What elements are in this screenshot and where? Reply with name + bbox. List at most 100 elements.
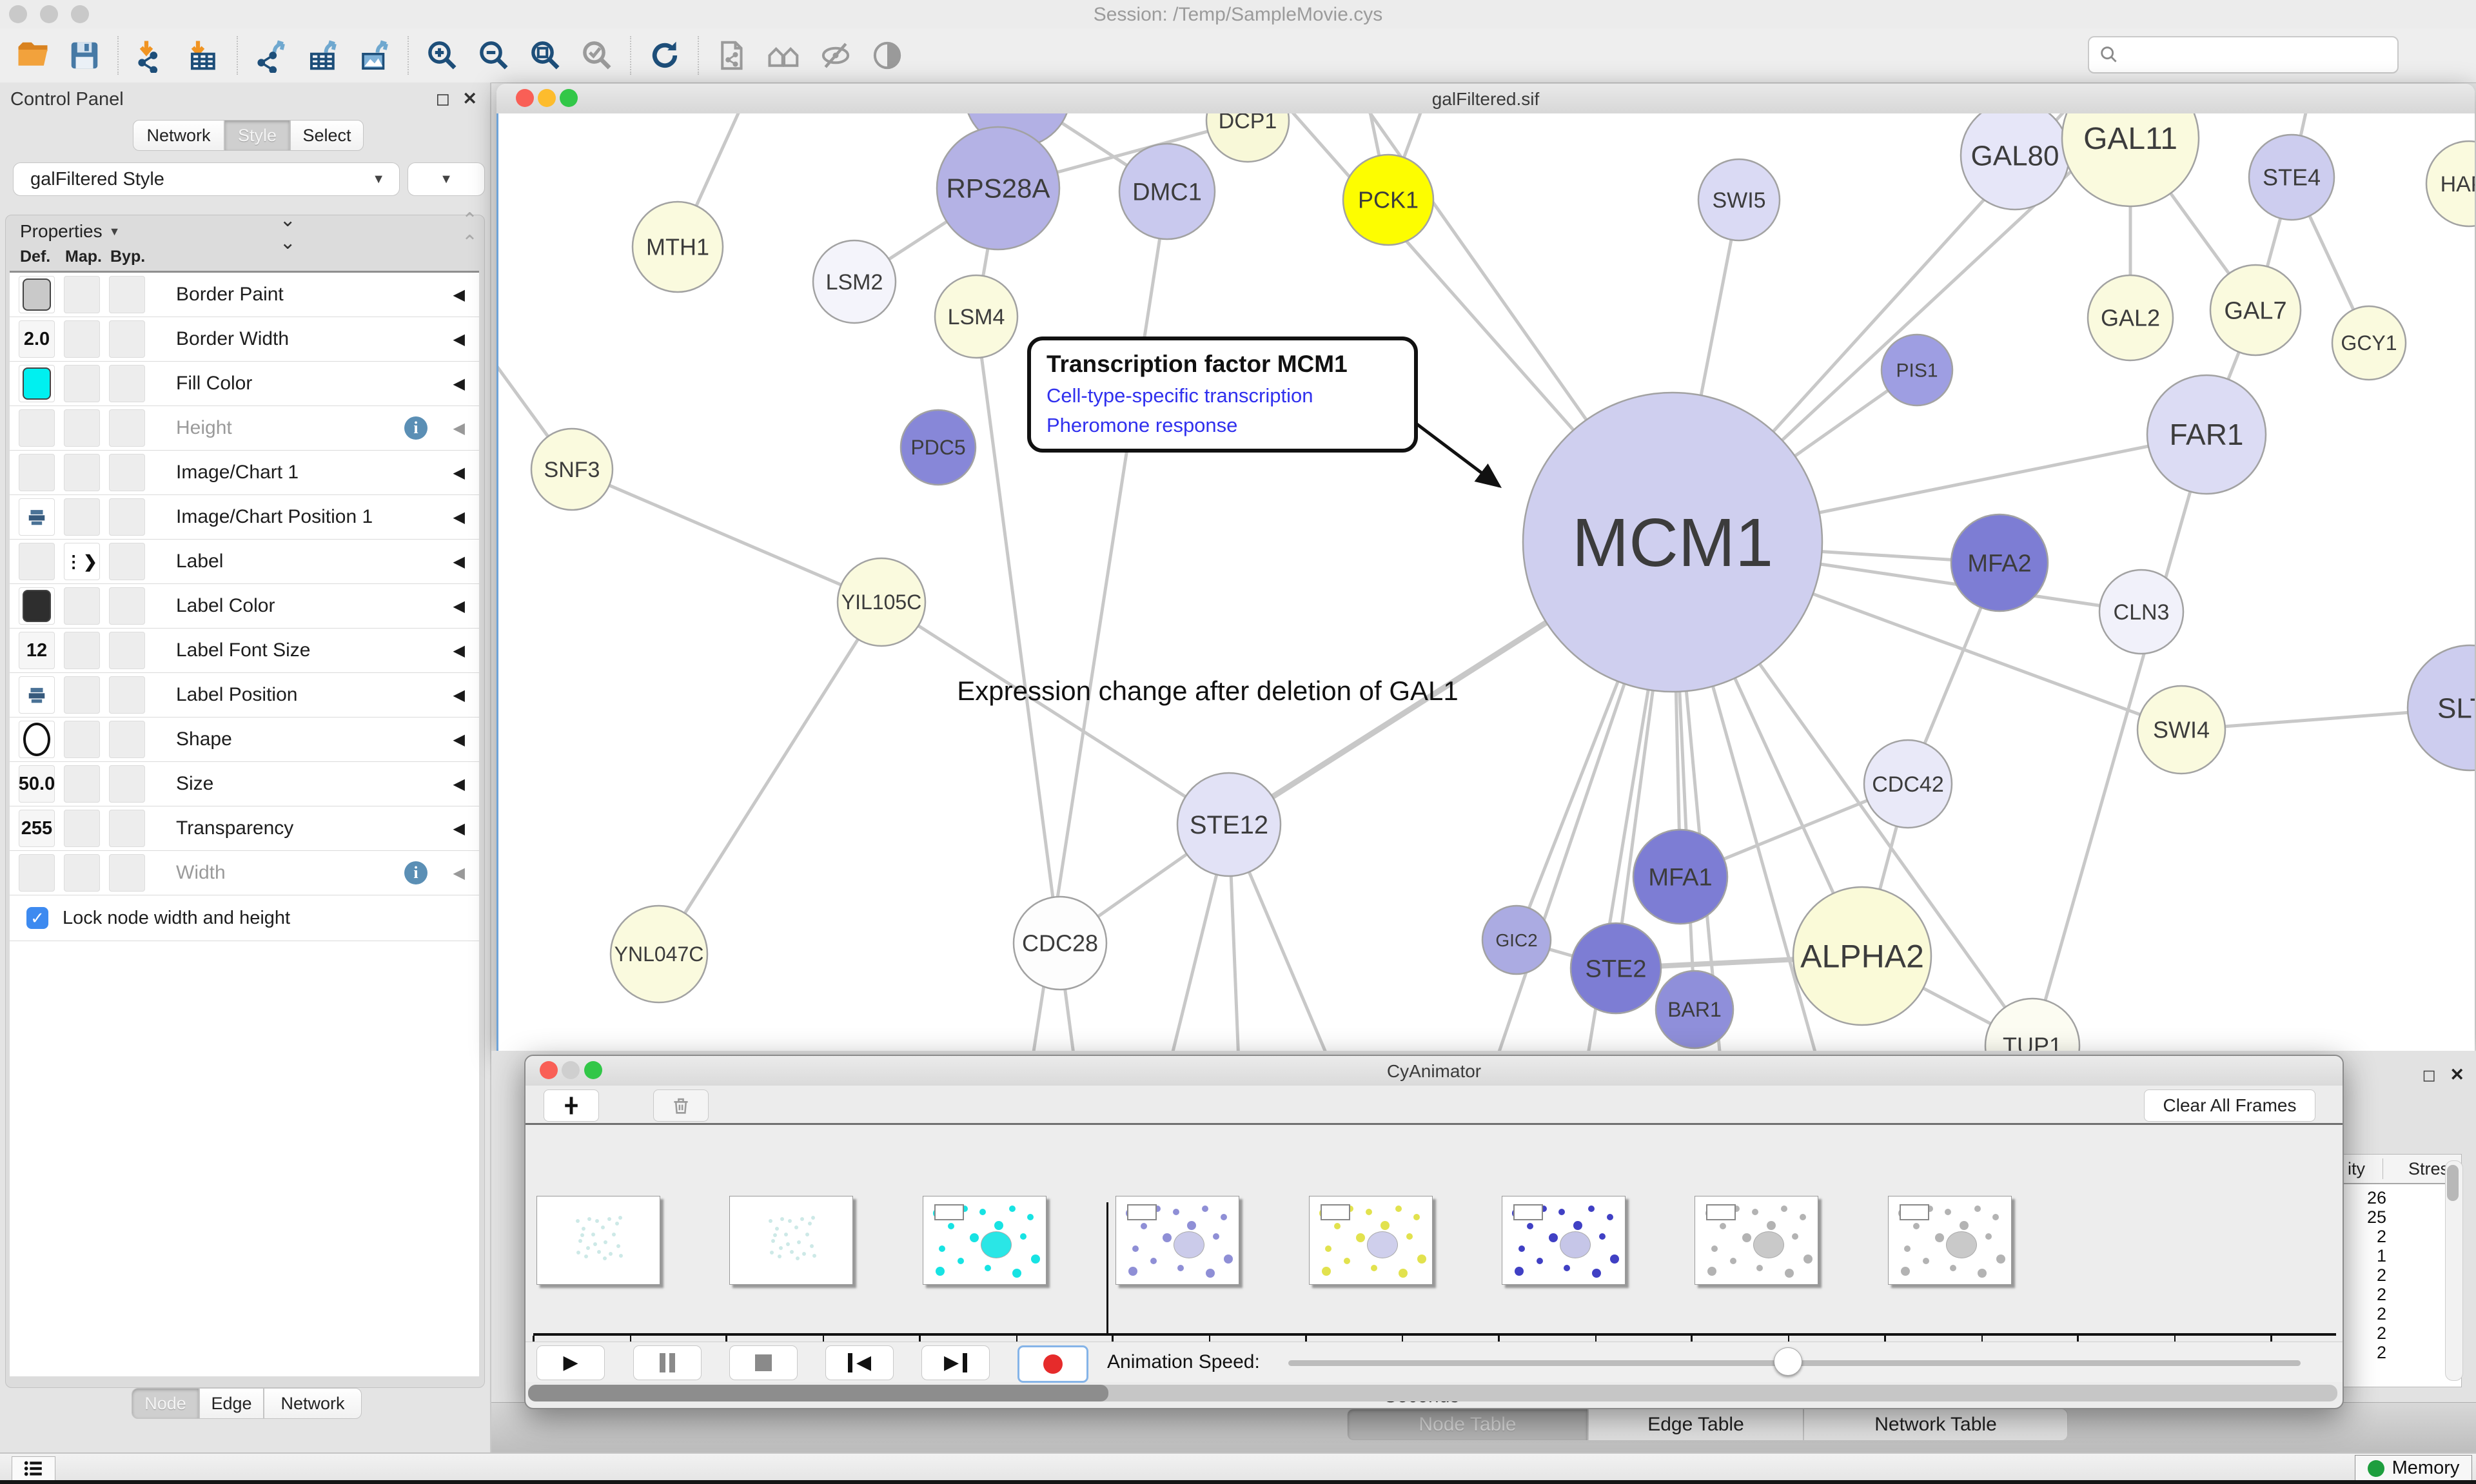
- property-row-size[interactable]: 50.0Size◀: [10, 762, 479, 806]
- expand-row-icon[interactable]: ◀: [453, 552, 465, 571]
- scrollbar-thumb[interactable]: [2447, 1165, 2459, 1201]
- cyanimator-titlebar[interactable]: CyAnimator: [526, 1056, 2343, 1086]
- stop-button[interactable]: [729, 1345, 798, 1380]
- pause-button[interactable]: [633, 1345, 702, 1380]
- float-panel-icon[interactable]: ◻: [2422, 1065, 2436, 1085]
- float-panel-icon[interactable]: ◻: [436, 89, 450, 109]
- bypass-cell[interactable]: [109, 765, 145, 803]
- playhead[interactable]: [1106, 1202, 1108, 1336]
- scrollbar-thumb[interactable]: [528, 1385, 1108, 1401]
- import-network-icon[interactable]: [133, 37, 171, 74]
- default-value-cell[interactable]: 255: [19, 810, 55, 847]
- expand-row-icon[interactable]: ◀: [453, 464, 465, 482]
- bypass-cell[interactable]: [109, 810, 145, 847]
- mapping-cell[interactable]: [64, 676, 100, 714]
- annotation-link[interactable]: Pheromone response: [1046, 414, 1408, 437]
- timeline-frame-1s[interactable]: [729, 1196, 853, 1285]
- delete-frame-button[interactable]: [653, 1089, 709, 1122]
- save-session-icon[interactable]: [66, 37, 103, 74]
- default-value-cell[interactable]: 2.0: [19, 320, 55, 358]
- table-cell[interactable]: 2: [2341, 1265, 2386, 1285]
- mapping-cell[interactable]: [64, 320, 100, 358]
- info-icon[interactable]: i: [404, 861, 427, 884]
- network-edge[interactable]: [572, 469, 881, 602]
- default-value-cell[interactable]: [19, 409, 55, 447]
- timeline-frame-5s[interactable]: [1502, 1196, 1626, 1285]
- property-row-transparency[interactable]: 255Transparency◀: [10, 806, 479, 851]
- annotation-box[interactable]: Transcription factor MCM1 Cell-type-spec…: [1027, 337, 1418, 453]
- bypass-cell[interactable]: [109, 320, 145, 358]
- tab-node[interactable]: Node: [132, 1388, 199, 1419]
- expand-row-icon[interactable]: ◀: [453, 730, 465, 749]
- default-value-cell[interactable]: [19, 276, 55, 313]
- default-value-cell[interactable]: 50.0: [19, 765, 55, 803]
- tab-style[interactable]: Style: [224, 120, 290, 151]
- tab-network[interactable]: Network: [264, 1388, 362, 1419]
- property-row-label-color[interactable]: Label Color◀: [10, 584, 479, 629]
- timeline-frame-7s[interactable]: [1888, 1196, 2012, 1285]
- bypass-cell[interactable]: [109, 409, 145, 447]
- default-value-cell[interactable]: [19, 854, 55, 892]
- property-row-fill-color[interactable]: Fill Color◀: [10, 362, 479, 406]
- play-button[interactable]: ▶: [536, 1345, 605, 1380]
- expand-row-icon[interactable]: ◀: [453, 686, 465, 705]
- mapping-cell[interactable]: [64, 854, 100, 892]
- table-cell[interactable]: 2: [2341, 1343, 2386, 1363]
- timeline-frame-3s[interactable]: [1115, 1196, 1239, 1285]
- expand-row-icon[interactable]: ◀: [453, 330, 465, 349]
- timeline-scrollbar[interactable]: [528, 1385, 2337, 1401]
- table-cell[interactable]: 1: [2341, 1246, 2386, 1266]
- default-value-cell[interactable]: 12: [19, 632, 55, 669]
- bypass-cell[interactable]: [109, 498, 145, 536]
- search-input[interactable]: [2127, 44, 2397, 66]
- property-row-image-chart-1[interactable]: Image/Chart 1◀: [10, 451, 479, 495]
- search-field[interactable]: [2088, 36, 2399, 73]
- default-value-cell[interactable]: [19, 587, 55, 625]
- bypass-cell[interactable]: [109, 543, 145, 580]
- network-edge[interactable]: [659, 602, 881, 954]
- tab-network[interactable]: Network: [133, 120, 224, 151]
- timeline-frame-0s[interactable]: [536, 1196, 660, 1285]
- annotation-link[interactable]: Cell-type-specific transcription: [1046, 384, 1408, 407]
- skip-to-start-button[interactable]: ◀: [825, 1345, 894, 1380]
- tab-edge[interactable]: Edge: [199, 1388, 264, 1419]
- apply-layout-icon[interactable]: [646, 37, 683, 74]
- export-image-icon[interactable]: [356, 37, 393, 74]
- default-value-cell[interactable]: [19, 676, 55, 714]
- network-edge[interactable]: [881, 602, 1229, 825]
- network-canvas[interactable]: RPS28ADCP1DMC1PCK1SWI5GAL80GAL11STE4HAP2…: [496, 113, 2475, 1051]
- expand-row-icon[interactable]: ◀: [453, 419, 465, 438]
- bypass-cell[interactable]: [109, 365, 145, 402]
- memory-button[interactable]: Memory: [2355, 1455, 2472, 1481]
- mapping-cell[interactable]: [64, 632, 100, 669]
- property-row-label-position[interactable]: Label Position◀: [10, 673, 479, 718]
- graphics-detail-icon[interactable]: [869, 37, 906, 74]
- bypass-cell[interactable]: [109, 721, 145, 758]
- info-icon[interactable]: i: [404, 416, 427, 440]
- timeline-frame-6s[interactable]: [1695, 1196, 1818, 1285]
- timeline-frame-2s[interactable]: [923, 1196, 1046, 1285]
- skip-to-end-button[interactable]: ▶: [921, 1345, 990, 1380]
- close-panel-icon[interactable]: ✕: [2450, 1065, 2464, 1085]
- table-cell[interactable]: 2: [2341, 1285, 2386, 1305]
- expand-row-icon[interactable]: ◀: [453, 864, 465, 883]
- tab-node-table[interactable]: Node Table: [1347, 1409, 1588, 1441]
- bypass-cell[interactable]: [109, 454, 145, 491]
- node-table[interactable]: ity Stres 26252122222: [2341, 1154, 2462, 1387]
- mapping-cell[interactable]: [64, 409, 100, 447]
- network-window-titlebar[interactable]: galFiltered.sif: [496, 84, 2475, 114]
- property-row-shape[interactable]: Shape◀: [10, 718, 479, 762]
- bypass-cell[interactable]: [109, 676, 145, 714]
- default-value-cell[interactable]: [19, 498, 55, 536]
- table-cell[interactable]: 2: [2341, 1227, 2386, 1247]
- mapping-cell[interactable]: [64, 454, 100, 491]
- property-row-width[interactable]: Widthi◀: [10, 851, 479, 895]
- property-row-border-width[interactable]: 2.0Border Width◀: [10, 317, 479, 362]
- expand-row-icon[interactable]: ◀: [453, 819, 465, 838]
- table-cell[interactable]: 26: [2341, 1188, 2386, 1208]
- expand-row-icon[interactable]: ◀: [453, 597, 465, 616]
- node-table-header[interactable]: ity Stres: [2341, 1155, 2461, 1184]
- expand-row-icon[interactable]: ◀: [453, 775, 465, 794]
- birds-eye-view-icon[interactable]: [765, 37, 803, 74]
- style-selector[interactable]: galFiltered Style ▼: [13, 162, 400, 196]
